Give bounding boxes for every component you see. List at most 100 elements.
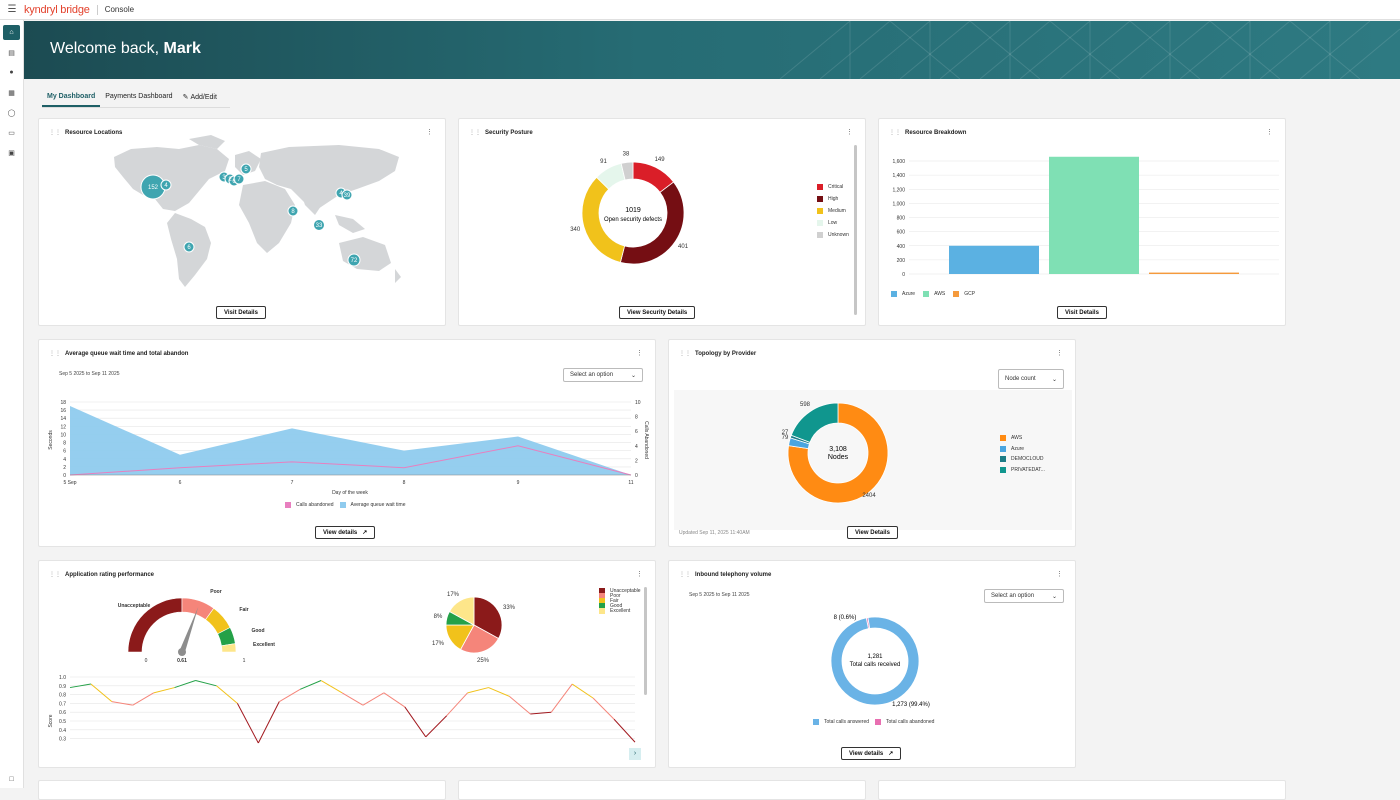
gauge-needle-pivot <box>178 648 186 656</box>
y-tick-label: 200 <box>897 258 906 264</box>
legend-item[interactable]: Total calls abandoned <box>875 717 934 727</box>
pie-label: 8% <box>434 614 443 620</box>
lock-icon[interactable]: ▣ <box>3 145 20 160</box>
tab-my-dashboard[interactable]: My Dashboard <box>42 90 101 107</box>
legend-label: Critical <box>828 184 844 190</box>
slice-label: 598 <box>800 402 811 408</box>
legend-label: Average queue wait time <box>350 502 406 508</box>
tab-payments-dashboard[interactable]: Payments Dashboard <box>100 90 177 107</box>
gauge-value-label: 0.61 <box>177 658 187 664</box>
welcome-title: Welcome back, Mark <box>50 40 201 57</box>
security-center-label: Open security defects <box>604 217 662 223</box>
view-details-button[interactable]: View Details <box>847 526 898 539</box>
resource-bar-chart[interactable]: 0 200 400 600 800 1,000 1,200 1,400 1,600 <box>879 119 1287 299</box>
abandoned-label: 8 (0.6%) <box>834 615 857 621</box>
x-tick-label: 7 <box>291 480 294 486</box>
tab-add-edit[interactable]: ✎ Add/Edit <box>178 90 222 107</box>
legend-label: PRIVATEDAT... <box>1011 466 1045 473</box>
legend-item[interactable]: Calls abandoned <box>285 500 334 510</box>
gauge-min-label: 0 <box>145 658 148 664</box>
additional-card-2 <box>458 780 866 800</box>
rating-charts[interactable]: UnacceptablePoorFairGoodExcellent0 0.61 13… <box>39 561 657 761</box>
legend-item[interactable]: AWS <box>923 289 945 299</box>
home-icon[interactable]: ⌂ <box>3 25 20 40</box>
scrollbar[interactable] <box>644 587 647 695</box>
y-tick-label: 0.3 <box>59 737 66 743</box>
score-line-segment <box>383 692 406 708</box>
x-tick-label: 8 <box>403 480 406 486</box>
y-tick-label: 0.8 <box>59 693 66 699</box>
score-line-segment <box>467 687 489 694</box>
world-map[interactable]: 152 4 3 2 6 7 5 8 4 39 33 6 72 <box>39 119 447 327</box>
y-tick-label: 0.5 <box>59 719 66 725</box>
slice-label: 340 <box>570 227 581 233</box>
y-tick-label: 600 <box>897 230 906 236</box>
slice-privatedat- <box>790 402 839 443</box>
legend-label: AWS <box>934 291 946 297</box>
rating-legend: Unacceptable Poor Fair Good Excellent <box>599 587 641 615</box>
legend-swatch <box>813 719 819 725</box>
refresh-icon[interactable]: ◯ <box>3 105 20 120</box>
resource-locations-card: ⋮⋮ Resource Locations ⋮ 152 4 3 2 6 7 5 … <box>38 118 446 326</box>
hamburger-menu-icon[interactable]: ☰ <box>0 4 24 15</box>
legend-item[interactable]: Unknown <box>817 229 849 241</box>
y2-tick-label: 6 <box>635 429 638 435</box>
score-line-segment <box>320 680 343 694</box>
score-line-segment <box>153 687 175 694</box>
score-line-segment <box>404 706 427 738</box>
chevron-right-icon[interactable]: › <box>629 748 641 760</box>
brand-logo[interactable]: kyndryl bridge <box>24 4 90 16</box>
security-donut-chart[interactable]: 149 401 340 91 38 1019 Open security defects <box>459 119 867 309</box>
legend-item[interactable]: DEMOCLOUD <box>1000 454 1045 465</box>
score-line-segment <box>257 701 280 744</box>
security-legend: Critical High Medium Low Unknown <box>817 181 849 241</box>
legend-swatch <box>599 608 605 615</box>
updated-timestamp: Updated Sep 11, 2025 11:40AM <box>679 530 750 536</box>
y-tick-label: 1,200 <box>892 187 905 193</box>
help-icon[interactable]: □ <box>3 776 20 786</box>
marker-asia-39: 39 <box>344 193 351 199</box>
gauge-label: Unacceptable <box>118 603 151 609</box>
y2-tick-label: 10 <box>635 400 641 406</box>
layers-icon[interactable]: ▤ <box>3 45 20 60</box>
legend-label: Azure <box>1011 445 1025 452</box>
visit-details-button[interactable]: Visit Details <box>216 306 266 319</box>
y-tick-label: 2 <box>63 465 66 471</box>
y-tick-label: 14 <box>60 416 66 422</box>
legend-item[interactable]: PRIVATEDAT... <box>1000 465 1045 476</box>
telephony-center-value: 1,281 <box>867 654 883 660</box>
dashboard-tabs: My Dashboard Payments Dashboard ✎ Add/Edi… <box>42 90 230 108</box>
monitor-icon[interactable]: ▭ <box>3 125 20 140</box>
y2-tick-label: 2 <box>635 458 638 464</box>
y-tick-label: 4 <box>63 457 66 463</box>
y-tick-label: 8 <box>63 441 66 447</box>
y-axis-title: Seconds <box>48 430 54 450</box>
legend-item[interactable]: High <box>817 193 849 205</box>
legend-item[interactable]: Medium <box>817 205 849 217</box>
legend-label: DEMOCLOUD <box>1011 456 1044 463</box>
external-link-icon: ↗ <box>888 751 894 757</box>
drop-icon[interactable]: ● <box>3 65 20 80</box>
scrollbar[interactable] <box>854 145 857 315</box>
legend-swatch <box>923 291 930 297</box>
chart-icon[interactable]: ▦ <box>3 85 20 100</box>
legend-item[interactable]: GCP <box>953 289 975 299</box>
y-tick-label: 0.6 <box>59 710 66 716</box>
slice-label: 149 <box>655 157 666 163</box>
pie-label: 17% <box>432 641 445 647</box>
legend-item[interactable]: Critical <box>817 181 849 193</box>
legend-item[interactable]: Azure <box>891 289 915 299</box>
legend-item[interactable]: AWS <box>1000 433 1045 444</box>
visit-details-button[interactable]: Visit Details <box>1057 306 1107 319</box>
view-security-details-button[interactable]: View Security Details <box>619 306 696 319</box>
view-details-button[interactable]: View details ↗ <box>315 526 376 539</box>
legend-item[interactable]: Average queue wait time <box>339 500 406 510</box>
y-tick-label: 1,000 <box>892 201 905 207</box>
legend-item[interactable]: Low <box>817 217 849 229</box>
security-center-value: 1019 <box>625 207 641 214</box>
queue-area-chart[interactable]: 0 2 4 6 8 10 12 14 16 18 0 2 4 6 8 10 5 Sep 6 7 8 9 11 Day of … <box>39 340 657 510</box>
legend-item[interactable]: Azure <box>1000 444 1045 455</box>
legend-item[interactable]: Excellent <box>599 608 641 615</box>
view-details-button[interactable]: View details ↗ <box>841 747 902 760</box>
legend-item[interactable]: Total calls answered <box>813 717 869 727</box>
